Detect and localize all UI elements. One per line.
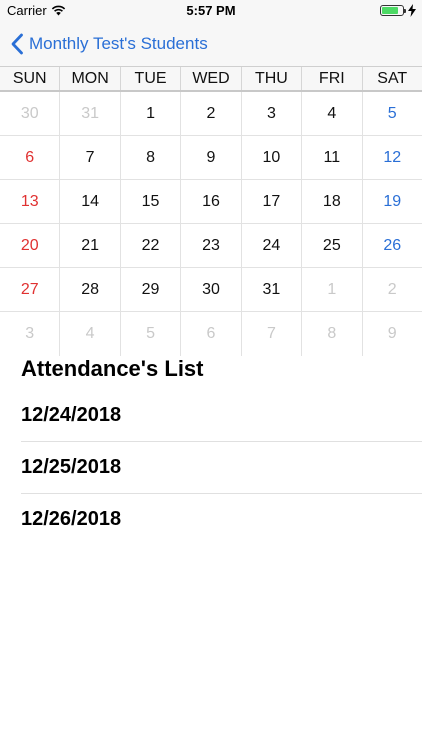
battery-icon <box>380 5 406 16</box>
day-cell[interactable]: 6 <box>0 136 59 179</box>
day-cell[interactable]: 23 <box>180 224 240 267</box>
day-cell[interactable]: 3 <box>240 92 301 135</box>
day-cell-other-month[interactable]: 5 <box>119 312 180 356</box>
day-cell[interactable]: 2 <box>180 92 240 135</box>
charging-bolt-icon <box>408 4 416 17</box>
day-cell[interactable]: 12 <box>361 136 422 179</box>
navigation-bar: Monthly Test's Students <box>0 22 422 66</box>
day-cell[interactable]: 20 <box>0 224 59 267</box>
day-cell[interactable]: 31 <box>240 268 301 311</box>
weekday-mon: MON <box>59 67 119 90</box>
day-cell[interactable]: 14 <box>59 180 119 223</box>
day-cell[interactable]: 15 <box>119 180 180 223</box>
day-cell[interactable]: 19 <box>361 180 422 223</box>
chevron-left-icon <box>11 33 23 55</box>
weekday-sat: SAT <box>361 67 422 90</box>
day-cell[interactable]: 16 <box>180 180 240 223</box>
day-cell[interactable]: 17 <box>240 180 301 223</box>
week-row: 6 7 8 9 10 11 12 <box>0 136 422 180</box>
weekday-sun: SUN <box>12 70 47 87</box>
day-cell[interactable]: 28 <box>59 268 119 311</box>
day-cell[interactable]: 11 <box>301 136 361 179</box>
day-cell[interactable]: 5 <box>361 92 422 135</box>
day-cell[interactable]: 27 <box>0 268 59 311</box>
day-cell[interactable]: 4 <box>301 92 361 135</box>
day-cell-other-month[interactable]: 30 <box>0 92 59 135</box>
status-bar: Carrier 5:57 PM <box>0 0 422 22</box>
day-cell-other-month[interactable]: 2 <box>361 268 422 311</box>
weekday-fri: FRI <box>301 67 361 90</box>
attendance-date-item[interactable]: 12/24/2018 <box>21 390 422 442</box>
day-cell[interactable]: 22 <box>119 224 180 267</box>
day-cell[interactable]: 25 <box>301 224 361 267</box>
day-cell-other-month[interactable]: 4 <box>59 312 119 356</box>
day-cell[interactable]: 24 <box>240 224 301 267</box>
attendance-date-item[interactable]: 12/26/2018 <box>21 494 422 546</box>
week-row: 27 28 29 30 31 1 2 <box>0 268 422 312</box>
attendance-list: 12/24/2018 12/25/2018 12/26/2018 <box>21 390 422 546</box>
week-row: 20 21 22 23 24 25 26 <box>0 224 422 268</box>
day-cell[interactable]: 8 <box>119 136 180 179</box>
day-cell-other-month[interactable]: 31 <box>59 92 119 135</box>
week-row: 3456789 <box>0 312 422 356</box>
weekday-thu: THU <box>240 67 301 90</box>
day-cell[interactable]: 29 <box>119 268 180 311</box>
weekday-tue: TUE <box>119 67 180 90</box>
day-cell-other-month[interactable]: 9 <box>361 312 422 356</box>
day-cell-other-month[interactable]: 8 <box>301 312 361 356</box>
day-cell[interactable]: 7 <box>59 136 119 179</box>
calendar-grid: 30 31 1 2 3 4 5 6 7 8 9 10 11 12 13 14 15 16 17 18 19 20 21 22 2… <box>0 92 422 356</box>
day-cell[interactable]: 9 <box>180 136 240 179</box>
back-button-label: Monthly Test's Students <box>29 34 208 53</box>
day-cell[interactable]: 13 <box>0 180 59 223</box>
back-button[interactable]: Monthly Test's Students <box>10 32 208 56</box>
day-cell[interactable]: 21 <box>59 224 119 267</box>
day-cell-other-month[interactable]: 6 <box>180 312 240 356</box>
calendar: SUN MON TUE WED THU FRI SAT 30 31 1 2 3 4 5 6 7 8 9 10 11 1… <box>0 66 422 356</box>
day-cell[interactable]: 10 <box>240 136 301 179</box>
week-row: 13 14 15 16 17 18 19 <box>0 180 422 224</box>
attendance-date-item[interactable]: 12/25/2018 <box>21 442 422 494</box>
attendance-list-title: Attendance's List <box>21 356 204 381</box>
day-cell[interactable]: 26 <box>361 224 422 267</box>
day-cell-other-month[interactable]: 3 <box>0 312 59 356</box>
status-time: 5:57 PM <box>186 3 236 18</box>
day-cell-other-month[interactable]: 7 <box>240 312 301 356</box>
weekday-header: SUN MON TUE WED THU FRI SAT <box>0 66 422 92</box>
week-row: 30 31 1 2 3 4 5 <box>0 92 422 136</box>
day-cell[interactable]: 18 <box>301 180 361 223</box>
day-cell[interactable]: 1 <box>119 92 180 135</box>
day-cell-other-month[interactable]: 1 <box>301 268 361 311</box>
day-cell[interactable]: 30 <box>180 268 240 311</box>
weekday-wed: WED <box>180 67 240 90</box>
